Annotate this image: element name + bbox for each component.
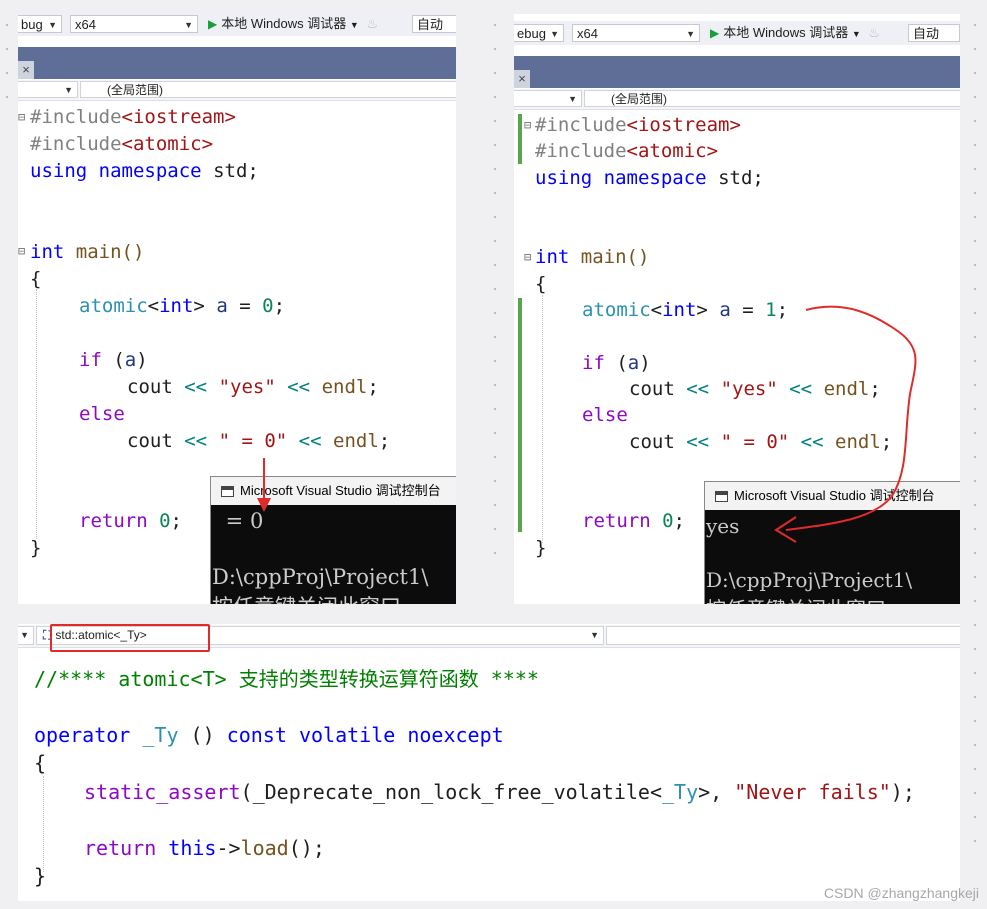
annotation-curve — [785, 305, 917, 531]
indent-guide — [43, 776, 45, 872]
annotation-overlay — [774, 305, 917, 543]
bottom-editor-panel: ▼ ⛶ std::atomic<_Ty> ▼ //**** atomic<T> 支持… — [18, 624, 960, 901]
annotation-overlay — [257, 458, 271, 512]
code-line-comment: //**** atomic<T> 支持的类型转换运算符函数 **** — [34, 667, 539, 691]
code-line-brace-open: { — [34, 751, 47, 775]
chevron-down-icon: ▼ — [590, 630, 599, 640]
code-editor[interactable]: //**** atomic<T> 支持的类型转换运算符函数 **** opera… — [18, 648, 960, 901]
code-line-brace-close: } — [34, 864, 47, 888]
chevron-down-icon: ▼ — [20, 630, 29, 640]
project-dropdown[interactable]: ▼ — [18, 626, 34, 645]
separator-dots — [6, 24, 10, 120]
code-line-operator: operator _Ty () const volatile noexcept — [34, 723, 504, 747]
separator-dots — [494, 24, 498, 576]
left-editor-panel: bug ▼ x64 ▼ ▶ 本地 Windows 调试器 ▼ ♨ 自动 × ▼ (全局… — [18, 12, 456, 604]
annotation-arrowhead — [257, 498, 271, 512]
member-dropdown[interactable] — [606, 626, 960, 645]
right-editor-panel: ebug ▼ x64 ▼ ▶ 本地 Windows 调试器 ▼ ♨ 自动 × ▼ (全… — [514, 14, 960, 604]
code-line-static-assert: static_assert(_Deprecate_non_lock_free_v… — [84, 780, 915, 804]
code-line-return: return this->load(); — [84, 836, 325, 860]
watermark: CSDN @zhangzhangkeji — [823, 885, 979, 901]
separator-dots — [974, 24, 978, 864]
